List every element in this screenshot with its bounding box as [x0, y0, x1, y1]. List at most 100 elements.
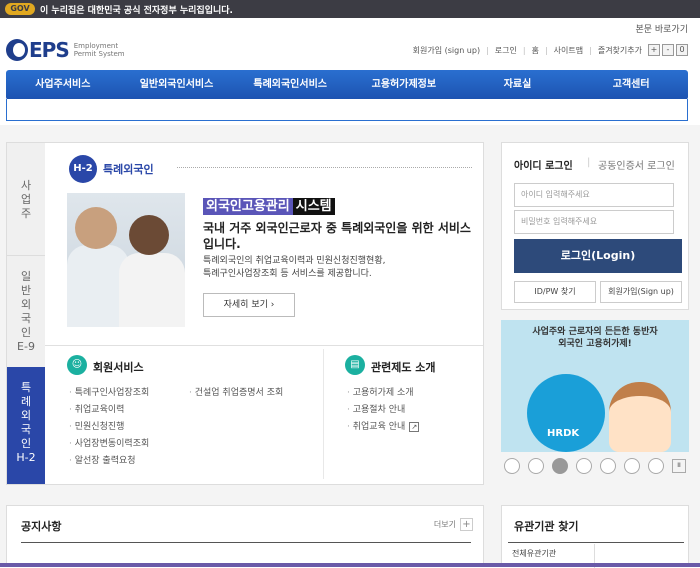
- related-title: 관련제도 소개: [371, 361, 436, 374]
- agency-row-divider: [508, 542, 684, 543]
- tab-general-foreigner[interactable]: 일 반 외 국 인 E-9: [7, 255, 45, 367]
- list-item[interactable]: 취업교육 안내↗: [347, 419, 420, 436]
- agency-title: 유관기관 찾기: [514, 520, 579, 533]
- gov-banner: GOV 이 누리집은 대한민국 공식 전자정부 누리집입니다.: [0, 0, 700, 18]
- login-button[interactable]: 로그인(Login): [514, 239, 682, 273]
- logo-sub-line1: Employment: [73, 42, 119, 50]
- list-item[interactable]: 특례구인사업장조회: [69, 385, 150, 402]
- member-icon: ☺: [67, 355, 87, 375]
- more-link[interactable]: 더보기 +: [434, 518, 473, 531]
- carousel-dot-active[interactable]: [552, 458, 568, 474]
- tab-separator: |: [587, 157, 591, 168]
- carousel-dot[interactable]: [624, 458, 640, 474]
- list-item-label: 취업교육 안내: [352, 422, 406, 432]
- nav-resources[interactable]: 자료실: [461, 70, 575, 100]
- notice-row: [21, 542, 471, 564]
- plus-icon: +: [460, 518, 473, 531]
- eps-logo[interactable]: EPS Employment Permit System: [6, 38, 125, 62]
- logo-name: EPS: [29, 38, 70, 62]
- member-services-list-col2: 건설업 취업증명서 조회: [189, 385, 284, 402]
- zoom-out-button[interactable]: -: [662, 44, 674, 56]
- pause-icon[interactable]: II: [672, 459, 686, 473]
- agency-finder: 유관기관 찾기 전체유관기관: [501, 505, 689, 568]
- carousel-dot[interactable]: [648, 458, 664, 474]
- carousel-dot[interactable]: [576, 458, 592, 474]
- nav-employment-permit-info[interactable]: 고용허가제정보: [347, 70, 461, 100]
- mascot-icon: [527, 374, 605, 452]
- list-item[interactable]: 취업교육이력: [69, 402, 149, 419]
- nav-special-foreigner-services[interactable]: 특례외국인서비스: [233, 70, 347, 100]
- member-services-title: 회원서비스: [93, 361, 144, 374]
- zoom-reset-button[interactable]: 0: [676, 44, 688, 56]
- signup-link[interactable]: 회원가입 (sign up): [413, 45, 480, 56]
- list-item[interactable]: 사업장변동이력조회: [69, 436, 150, 453]
- description-line2: 특례구인사업장조회 등 서비스를 제공합니다.: [203, 269, 372, 279]
- carousel-dot[interactable]: [600, 458, 616, 474]
- nav-employer-services[interactable]: 사업주서비스: [6, 70, 120, 100]
- password-input[interactable]: 비밀번호 입력해주세요: [514, 210, 674, 234]
- vertical-tabs: 사 업 주 일 반 외 국 인 E-9 특 례 외 국 인 H-2: [7, 143, 45, 484]
- list-item[interactable]: 고용절차 안내: [347, 402, 419, 419]
- detail-button[interactable]: 자세히 보기 ›: [203, 293, 295, 317]
- login-panel: 아이디 로그인 | 공동인증서 로그인 아이디 입력해주세요 비밀번호 입력해주…: [501, 142, 689, 310]
- list-item[interactable]: 건설업 취업증명서 조회: [189, 385, 284, 402]
- section-vertical-divider: [323, 349, 324, 479]
- description-line1: 특례외국인의 취업교육이력과 민원신청진행현황,: [203, 256, 386, 266]
- promo-banner[interactable]: 사업주와 근로자의 든든한 동반자 외국인 고용허가제! HRDK: [501, 320, 689, 452]
- login-link[interactable]: 로그인: [495, 45, 517, 56]
- more-label: 더보기: [433, 520, 456, 529]
- list-item[interactable]: 민원신청진행: [69, 419, 149, 436]
- list-item[interactable]: 고용허가제 소개: [347, 385, 419, 402]
- favorite-link[interactable]: 즐겨찾기추가: [598, 45, 642, 56]
- agency-label: 전체유관기관: [512, 549, 557, 558]
- carousel-dot[interactable]: [528, 458, 544, 474]
- headline-subtitle: 국내 거주 외국인근로자 중 특례외국인을 위한 서비스입니다.: [203, 221, 471, 251]
- tab-special-foreigner[interactable]: 특 례 외 국 인 H-2: [7, 367, 45, 484]
- logo-subtitle: Employment Permit System: [74, 42, 125, 58]
- service-panel: 사 업 주 일 반 외 국 인 E-9 특 례 외 국 인 H-2 H-2 특례…: [6, 142, 484, 485]
- utility-bar: 회원가입 (sign up) | 로그인 | 홈 | 사이트맵 | 즐겨찾기추가 + -…: [413, 44, 688, 56]
- list-item[interactable]: 알선장 출력요청: [69, 453, 149, 470]
- notice-title: 공지사항: [21, 520, 62, 533]
- related-list: 고용허가제 소개 고용절차 안내 취업교육 안내↗: [347, 385, 420, 436]
- logo-sub-line2: Permit System: [73, 50, 125, 58]
- gov-banner-text: 이 누리집은 대한민국 공식 전자정부 누리집입니다.: [40, 5, 233, 16]
- find-id-pw-button[interactable]: ID/PW 찾기: [514, 281, 596, 303]
- carousel-controls: II: [501, 456, 689, 476]
- subnav-panel: [6, 99, 688, 121]
- nav-customer-center[interactable]: 고객센터: [574, 70, 688, 100]
- member-services-list: 특례구인사업장조회 취업교육이력 민원신청진행 사업장변동이력조회 알선장 출력…: [69, 385, 150, 470]
- headline-part-b: 시스템: [292, 198, 335, 215]
- headline-description: 특례외국인의 취업교육이력과 민원신청진행현황, 특례구인사업장조회 등 서비스…: [203, 255, 483, 281]
- girl-illustration: [609, 382, 671, 452]
- headline: 외국인고용관리 시스템: [203, 195, 335, 215]
- section-divider: [45, 345, 483, 346]
- sitemap-link[interactable]: 사이트맵: [554, 45, 583, 56]
- gov-emblem-icon: GOV: [5, 3, 35, 15]
- external-link-icon: ↗: [409, 422, 420, 432]
- zoom-in-button[interactable]: +: [648, 44, 660, 56]
- tab-id-login[interactable]: 아이디 로그인: [514, 157, 573, 172]
- id-input[interactable]: 아이디 입력해주세요: [514, 183, 674, 207]
- promo-line1: 사업주와 근로자의 든든한 동반자: [532, 327, 658, 337]
- home-link[interactable]: 홈: [532, 45, 539, 56]
- book-icon: ▤: [345, 355, 365, 375]
- main-nav: 사업주서비스 일반외국인서비스 특례외국인서비스 고용허가제정보 자료실 고객센…: [6, 70, 688, 100]
- h2-badge: H-2: [69, 155, 97, 183]
- section-title: 특례외국인: [103, 163, 154, 176]
- eps-logo-icon: [6, 39, 28, 61]
- skip-to-content-link[interactable]: 본문 바로가기: [635, 22, 688, 35]
- tab-employer[interactable]: 사 업 주: [7, 143, 45, 255]
- bottom-bar: [0, 563, 700, 567]
- mascot-label: HRDK: [547, 428, 580, 439]
- promo-text: 사업주와 근로자의 든든한 동반자 외국인 고용허가제!: [501, 326, 689, 350]
- hero-photo: [67, 193, 185, 327]
- notice-panel: 공지사항 더보기 +: [6, 505, 484, 567]
- promo-line2: 외국인 고용허가제!: [558, 339, 632, 349]
- tab-cert-login[interactable]: 공동인증서 로그인: [598, 157, 675, 172]
- title-divider: [177, 167, 472, 168]
- signup-button[interactable]: 회원가입(Sign up): [600, 281, 682, 303]
- carousel-dot[interactable]: [504, 458, 520, 474]
- headline-part-a: 외국인고용관리: [203, 198, 293, 215]
- nav-general-foreigner-services[interactable]: 일반외국인서비스: [120, 70, 234, 100]
